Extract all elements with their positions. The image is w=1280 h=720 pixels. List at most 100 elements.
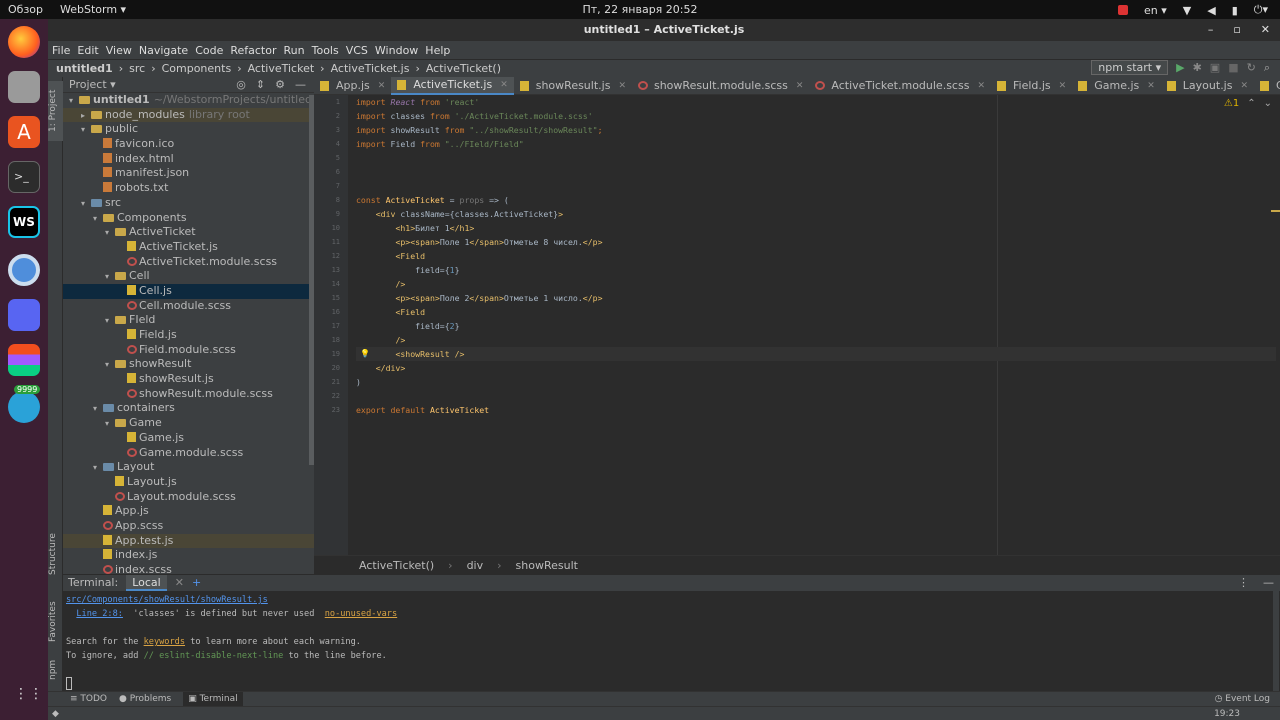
figma-icon[interactable] (8, 344, 40, 376)
menu-code[interactable]: Code (195, 44, 223, 57)
tab-close-icon[interactable]: ✕ (378, 77, 386, 95)
nav-crumb[interactable]: ActiveTicket.js (331, 62, 410, 75)
tree-item[interactable]: ActiveTicket.js (63, 240, 314, 255)
intention-bulb-icon[interactable]: 💡 (360, 347, 370, 361)
chromium-icon[interactable] (8, 254, 40, 286)
run-config-select[interactable]: npm start ▾ (1091, 60, 1169, 75)
tree-item[interactable]: ▾ Cell (63, 269, 314, 284)
caret-position[interactable]: 19:23 (1214, 707, 1240, 720)
code-line[interactable]: <h1>Билет 1</h1> (356, 221, 1276, 235)
error-stripe-mark[interactable] (1271, 210, 1280, 212)
code-line[interactable]: </div> (356, 361, 1276, 375)
chevron-down-icon[interactable]: ▾ (69, 94, 79, 109)
webstorm-icon[interactable]: WS (8, 206, 40, 238)
minimize-icon[interactable]: – (1208, 19, 1214, 41)
rule-link[interactable]: no-unused-vars (325, 609, 397, 619)
tab-field-js[interactable]: Field.js ✕ (991, 77, 1072, 95)
editor-crumb[interactable]: showResult (516, 556, 578, 575)
code-line[interactable] (356, 151, 1276, 165)
code-line[interactable]: <div className={classes.ActiveTicket}> (356, 207, 1276, 221)
code-line[interactable]: <showResult /> 💡 (356, 347, 1276, 361)
new-terminal-button[interactable]: + (192, 575, 201, 591)
tree-item[interactable]: App.scss (63, 519, 314, 534)
event-log-button[interactable]: ◷ Event Log (1215, 692, 1270, 707)
code-line[interactable]: import Field from "../FIeld/Field" (356, 137, 1276, 151)
tree-item[interactable]: ▾ Game (63, 416, 314, 431)
nav-crumb[interactable]: ActiveTicket (248, 62, 315, 75)
menu-vcs[interactable]: VCS (346, 44, 368, 57)
clock[interactable]: Пт, 22 января 20:52 (0, 3, 1280, 16)
software-center-icon[interactable]: A (8, 116, 40, 148)
power-menu-icon[interactable]: ⏻▾ (1254, 3, 1268, 17)
update-icon[interactable]: ↻ (1247, 61, 1256, 74)
tree-item[interactable]: ▾ untitled1 ~/WebstormProjects/untitled1 (63, 93, 314, 108)
tray-icon[interactable] (1118, 5, 1128, 15)
tree-item[interactable]: showResult.module.scss (63, 387, 314, 402)
tree-item[interactable]: ▾ Layout (63, 460, 314, 475)
wifi-icon[interactable]: ▼ (1183, 4, 1191, 17)
tree-item[interactable]: manifest.json (63, 166, 314, 181)
tab-close-icon[interactable]: ✕ (1147, 77, 1155, 95)
code-line[interactable] (356, 165, 1276, 179)
tab-layout-js[interactable]: Layout.js ✕ (1161, 77, 1254, 95)
editor-crumb[interactable]: ActiveTicket() (359, 556, 434, 575)
tab-showresult-module-scss[interactable]: showResult.module.scss ✕ (632, 77, 809, 95)
tab-close-icon[interactable]: ✕ (1059, 77, 1067, 95)
code-line[interactable]: <p><span>Поле 1</span>Отметье 8 чисел.</… (356, 235, 1276, 249)
tree-item[interactable]: Field.js (63, 328, 314, 343)
code-editor[interactable]: 1 2 3 4 5 6 7 8 9 10 11 12 13 14 15 16 17 18 19 20 21 22 23 im… (314, 95, 1280, 555)
prev-highlight-icon[interactable]: ⌃ (1247, 98, 1255, 109)
code-line[interactable]: <Field (356, 305, 1276, 319)
menu-view[interactable]: View (106, 44, 132, 57)
tree-item[interactable]: Field.module.scss (63, 343, 314, 358)
terminal-tab-local[interactable]: Local (126, 575, 167, 591)
search-everywhere-icon[interactable]: ⌕ (1264, 61, 1270, 75)
chevron-down-icon[interactable]: ▾ (93, 461, 103, 476)
tree-item[interactable]: Layout.module.scss (63, 490, 314, 505)
code-line[interactable]: /> (356, 277, 1276, 291)
tree-item[interactable]: App.js (63, 504, 314, 519)
tab-close-icon[interactable]: ✕ (1240, 77, 1248, 95)
menu-navigate[interactable]: Navigate (139, 44, 188, 57)
warning-line-link[interactable]: Line 2:8: (76, 609, 123, 619)
tree-item[interactable]: index.js (63, 548, 314, 563)
terminal-button[interactable]: ▣ Terminal (183, 692, 243, 707)
code-line[interactable]: export default ActiveTicket (356, 403, 1276, 417)
problems-button[interactable]: ● Problems (119, 692, 171, 707)
next-highlight-icon[interactable]: ⌄ (1264, 98, 1272, 109)
tab-app-js[interactable]: App.js ✕ (314, 77, 391, 95)
chevron-right-icon[interactable]: ▸ (81, 109, 91, 124)
telegram-icon[interactable] (8, 391, 40, 423)
warning-count[interactable]: ⚠1 (1224, 98, 1239, 109)
tree-item[interactable]: Layout.js (63, 475, 314, 490)
code-line[interactable]: /> (356, 333, 1276, 347)
tab-close-icon[interactable]: ✕ (796, 77, 804, 95)
tree-item[interactable]: ▾ containers (63, 401, 314, 416)
tab-close-icon[interactable]: ✕ (500, 76, 508, 94)
tab-activeticket-module-scss[interactable]: ActiveTicket.module.scss ✕ (809, 77, 991, 95)
terminal-output[interactable]: src/Components/showResult/showResult.js … (63, 591, 1273, 691)
todo-button[interactable]: ≡ TODO (70, 692, 107, 707)
tree-item[interactable]: index.html (63, 152, 314, 167)
close-window-icon[interactable]: ✕ (1261, 19, 1270, 41)
nav-crumb[interactable]: src (129, 62, 145, 75)
code-line[interactable]: import React from 'react' (356, 95, 1276, 109)
menu-refactor[interactable]: Refactor (230, 44, 276, 57)
tab-showresult-js[interactable]: showResult.js ✕ (514, 77, 632, 95)
terminal-scrollbar[interactable] (1273, 591, 1279, 691)
battery-icon[interactable]: ▮ (1232, 4, 1238, 17)
code-line[interactable]: ) (356, 375, 1276, 389)
chevron-down-icon[interactable]: ▾ (93, 402, 103, 417)
chevron-down-icon[interactable]: ▾ (81, 123, 91, 138)
nav-crumb[interactable]: untitled1 (56, 62, 113, 75)
code-line[interactable]: import classes from './ActiveTicket.modu… (356, 109, 1276, 123)
menu-window[interactable]: Window (375, 44, 418, 57)
project-tool-button[interactable]: 1: Project (48, 81, 63, 141)
tree-item[interactable]: index.scss (63, 563, 314, 574)
tree-item[interactable]: Cell.module.scss (63, 299, 314, 314)
menu-file[interactable]: File (52, 44, 70, 57)
terminal-tab-close-icon[interactable]: ✕ (175, 575, 184, 591)
tree-item[interactable]: ▾ src (63, 196, 314, 211)
language-indicator[interactable]: en ▾ (1144, 4, 1167, 17)
npm-tool-button[interactable]: npm (48, 655, 63, 685)
